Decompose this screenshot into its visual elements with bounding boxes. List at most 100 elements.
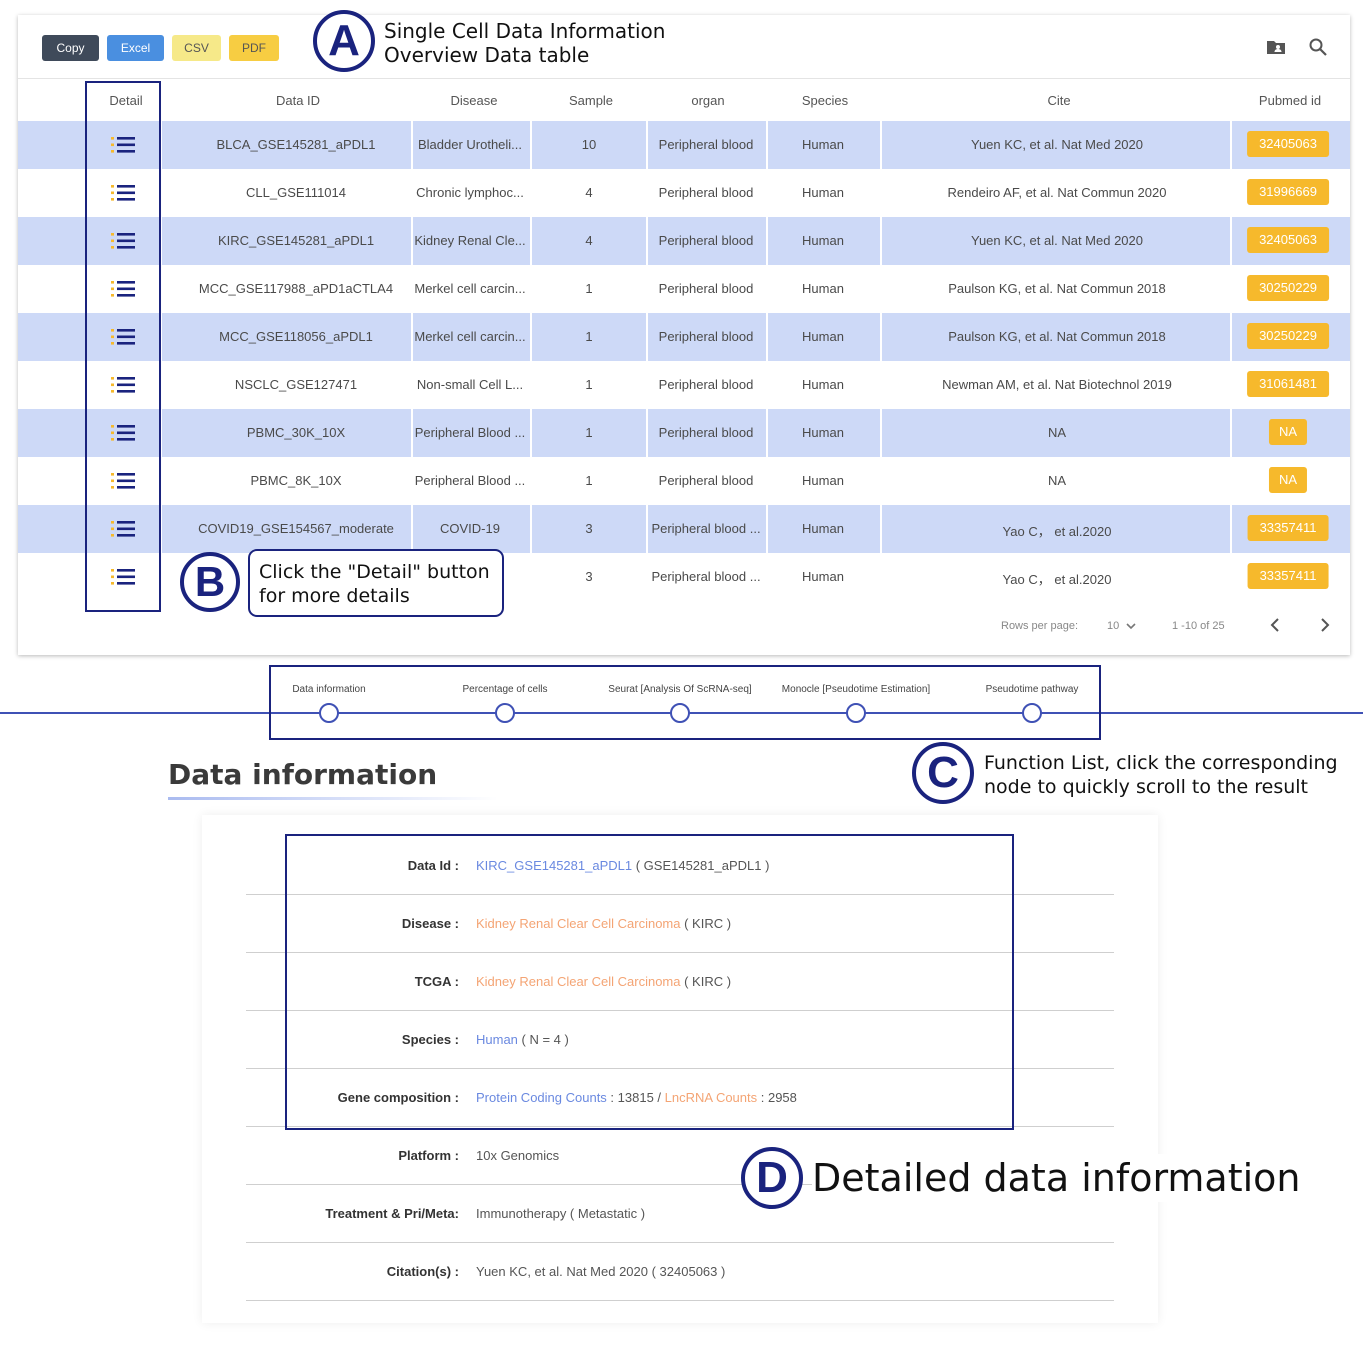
function-list-node[interactable] [495,703,515,723]
chevron-right-icon[interactable] [1315,616,1333,634]
pagination: Rows per page: 10 1 -10 of 25 [18,610,1350,640]
pubmed-badge[interactable]: 33357411 [1247,515,1329,541]
pubmed-badge[interactable]: 32405063 [1247,131,1329,157]
table-row: CLL_GSE111014 Chronic lymphoc... 4 Peripher… [18,169,1350,217]
cell-sample: 1 [585,425,593,440]
section-title: Data information [168,758,438,791]
chevron-left-icon[interactable] [1267,616,1285,634]
pdf-button[interactable]: PDF [229,35,279,61]
cell-species: Human [802,473,844,488]
cell-id: NSCLC_GSE127471 [234,377,358,392]
pubmed-badge[interactable]: 33357411 [1247,563,1329,589]
column-divider [530,313,532,361]
column-divider [646,217,648,265]
copy-button[interactable]: Copy [42,35,99,61]
cell-disease: Bladder Urotheli... [417,137,523,152]
function-list-label: Monocle [Pseudotime Estimation] [781,684,931,695]
pubmed-badge[interactable]: 31061481 [1247,371,1329,397]
column-divider [766,505,768,553]
pubmed-badge[interactable]: 31996669 [1247,179,1329,205]
column-divider [1230,409,1232,457]
column-divider [530,121,532,169]
column-divider [766,409,768,457]
cell-organ: Peripheral blood [658,233,754,248]
cell-disease: COVID-19 [440,521,500,536]
column-header-pubmed-id[interactable]: Pubmed id [1259,93,1321,108]
column-header-disease[interactable]: Disease [451,93,498,108]
csv-button[interactable]: CSV [172,35,221,61]
pubmed-badge[interactable]: NA [1268,467,1308,493]
cell-sample: 1 [585,329,593,344]
function-list-node[interactable] [846,703,866,723]
cell-organ: Peripheral blood [658,329,754,344]
citation-value: Yuen KC, et al. Nat Med 2020 ( 32405063 … [476,1264,726,1279]
annotation-a-line1: Single Cell Data Information [384,19,666,43]
cell-sample: 1 [585,377,593,392]
cell-id: BLCA_GSE145281_aPDL1 [216,137,376,152]
rows-per-page-select[interactable]: 10 [1107,620,1136,632]
column-divider [530,505,532,553]
column-divider [411,313,413,361]
function-list-label: Data information [292,684,366,695]
page-range: 1 -10 of 25 [1172,620,1225,632]
folder-user-icon[interactable] [1266,37,1286,57]
column-divider [880,505,882,553]
column-header-cite[interactable]: Cite [1047,93,1070,108]
cell-id: COVID19_GSE154567_moderate [198,521,394,536]
cell-species: Human [802,569,844,584]
column-header-sample[interactable]: Sample [569,93,613,108]
pubmed-badge[interactable]: NA [1268,419,1308,445]
function-list-node[interactable] [670,703,690,723]
cell-organ: Peripheral blood [658,377,754,392]
rows-per-page-label: Rows per page: [1001,620,1079,632]
cell-species: Human [802,185,844,200]
column-header-data-id[interactable]: Data ID [276,93,320,108]
cell-sample: 3 [585,521,593,536]
cell-cite: Rendeiro AF, et al. Nat Commun 2020 [947,185,1167,200]
cell-sample: 1 [585,281,593,296]
cell-sample: 4 [585,233,593,248]
pubmed-badge[interactable]: 30250229 [1247,275,1329,301]
column-divider [646,409,648,457]
column-divider [411,121,413,169]
cell-cite: Yao C， et al.2020 [1002,572,1112,587]
excel-button[interactable]: Excel [107,35,164,61]
annotation-a-badge: A [313,10,375,72]
citation-label: Citation(s) : [386,1264,459,1279]
column-divider [1230,121,1232,169]
cell-organ: Peripheral blood ... [651,569,761,584]
column-divider [1230,217,1232,265]
column-divider [766,121,768,169]
cell-species: Human [802,329,844,344]
table-row: BLCA_GSE145281_aPDL1 Bladder Urotheli... 1… [18,121,1350,169]
cell-disease: Peripheral Blood ... [414,473,526,488]
function-list-node[interactable] [1022,703,1042,723]
header-tools [1266,37,1328,57]
column-header-organ[interactable]: organ [691,93,724,108]
cell-species: Human [802,281,844,296]
cell-id: MCC_GSE117988_aPD1aCTLA4 [198,281,394,296]
column-divider [411,505,413,553]
export-toolbar: Copy Excel CSV PDF [42,35,279,61]
annotation-a-line2: Overview Data table [384,43,590,67]
chevron-down-icon [1126,623,1136,630]
cell-cite: Newman AM, et al. Nat Biotechnol 2019 [942,377,1172,392]
annotation-b-line2: for more details [259,585,410,607]
pubmed-badge[interactable]: 30250229 [1247,323,1329,349]
cell-id: CLL_GSE111014 [246,185,346,200]
annotation-b-callout: Click the "Detail" button for more detai… [248,549,504,617]
search-icon[interactable] [1308,37,1328,57]
treatment-label: Treatment & Pri/Meta: [325,1206,459,1221]
platform-label: Platform : [398,1148,459,1163]
cell-species: Human [802,233,844,248]
column-divider [1230,505,1232,553]
function-list-node[interactable] [319,703,339,723]
pubmed-badge[interactable]: 32405063 [1247,227,1329,253]
annotation-d-badge: D [741,1147,803,1209]
cell-sample: 10 [581,137,597,152]
info-highlight [285,834,1014,1130]
annotation-b-line1: Click the "Detail" button [259,561,490,583]
column-header-species[interactable]: Species [802,93,848,108]
column-divider [880,409,882,457]
column-divider [880,217,882,265]
